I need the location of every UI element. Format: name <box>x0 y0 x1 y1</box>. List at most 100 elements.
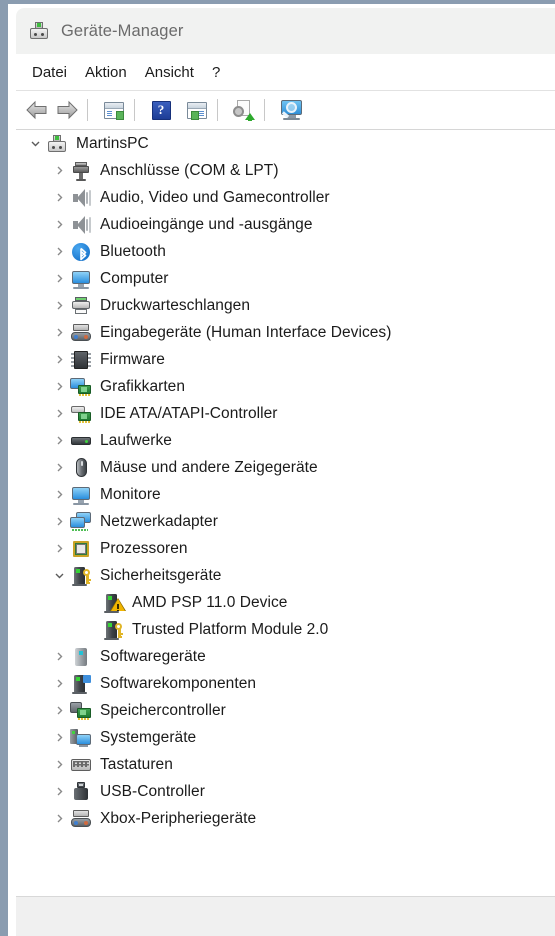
chevron-right-icon[interactable] <box>48 238 70 265</box>
tree-node-label: Xbox-Peripheriegeräte <box>100 809 257 827</box>
chevron-down-icon[interactable] <box>48 562 70 589</box>
chevron-right-icon[interactable] <box>48 751 70 778</box>
hid-gamepad-icon <box>70 322 92 344</box>
tree-node-druckwarteschlangen[interactable]: Druckwarteschlangen <box>16 292 555 319</box>
chevron-right-icon[interactable] <box>48 697 70 724</box>
help-question-icon: ? <box>151 100 171 120</box>
tree-node-tastaturen[interactable]: Tastaturen <box>16 751 555 778</box>
chevron-right-icon[interactable] <box>48 535 70 562</box>
tree-node-label: Laufwerke <box>100 431 172 449</box>
help-button[interactable]: ? <box>146 95 176 125</box>
menu-item-aktion[interactable]: Aktion <box>85 61 127 84</box>
chevron-right-icon[interactable] <box>48 805 70 832</box>
tree-node-label: Netzwerkadapter <box>100 512 218 530</box>
tree-node-audioeingaenge-ausgaenge[interactable]: Audioeingänge und -ausgänge <box>16 211 555 238</box>
forward-arrow-icon <box>55 100 79 120</box>
menu-item-datei[interactable]: Datei <box>32 61 67 84</box>
tree-node-label: Audio, Video und Gamecontroller <box>100 188 330 206</box>
back-button[interactable] <box>22 95 52 125</box>
network-adapter-icon <box>70 511 92 533</box>
firmware-chip-icon <box>70 349 92 371</box>
chevron-right-icon[interactable] <box>48 346 70 373</box>
tree-node-prozessoren[interactable]: Prozessoren <box>16 535 555 562</box>
port-icon <box>70 160 92 182</box>
tree-node-label: Grafikkarten <box>100 377 186 395</box>
chevron-right-icon[interactable] <box>48 400 70 427</box>
speaker-icon <box>70 214 92 236</box>
tree-node-label: Sicherheitsgeräte <box>100 566 222 584</box>
device-manager-icon <box>28 20 50 42</box>
chevron-right-icon[interactable] <box>48 481 70 508</box>
tree-node-speichercontroller[interactable]: Speichercontroller <box>16 697 555 724</box>
tree-node-label: IDE ATA/ATAPI-Controller <box>100 404 278 422</box>
processor-icon <box>70 538 92 560</box>
chevron-right-icon[interactable] <box>48 319 70 346</box>
chevron-right-icon[interactable] <box>48 427 70 454</box>
chevron-right-icon[interactable] <box>48 778 70 805</box>
tree-node-label: Prozessoren <box>100 539 188 557</box>
tree-node-audio-video-gamecontroller[interactable]: Audio, Video und Gamecontroller <box>16 184 555 211</box>
tree-node-computer[interactable]: Computer <box>16 265 555 292</box>
tree-node-monitore[interactable]: Monitore <box>16 481 555 508</box>
toolbar-separator <box>134 99 135 121</box>
chevron-right-icon[interactable] <box>48 211 70 238</box>
tree-node-amd-psp-device[interactable]: AMD PSP 11.0 Device <box>16 589 555 616</box>
tree-node-netzwerkadapter[interactable]: Netzwerkadapter <box>16 508 555 535</box>
tree-node-usb-controller[interactable]: USB-Controller <box>16 778 555 805</box>
tree-node-label: Anschlüsse (COM & LPT) <box>100 161 279 179</box>
disk-drive-icon <box>70 430 92 452</box>
chevron-right-icon[interactable] <box>48 670 70 697</box>
tree-node-label: USB-Controller <box>100 782 205 800</box>
scan-for-hardware-changes-button[interactable] <box>276 95 306 125</box>
chevron-right-icon[interactable] <box>48 292 70 319</box>
tree-node-anschluesse[interactable]: Anschlüsse (COM & LPT) <box>16 157 555 184</box>
back-arrow-icon <box>25 100 49 120</box>
chevron-right-icon[interactable] <box>48 724 70 751</box>
usb-icon <box>70 781 92 803</box>
forward-button[interactable] <box>52 95 82 125</box>
chevron-right-icon[interactable] <box>48 157 70 184</box>
device-tree[interactable]: MartinsPC Anschlüsse (COM & LPT) Audio, … <box>16 130 555 896</box>
tree-node-label: MartinsPC <box>76 134 149 152</box>
storage-controller-icon <box>70 700 92 722</box>
tree-node-systemgeraete[interactable]: Systemgeräte <box>16 724 555 751</box>
tree-node-eingabegeraete-hid[interactable]: Eingabegeräte (Human Interface Devices) <box>16 319 555 346</box>
window-title: Geräte-Manager <box>61 21 184 40</box>
menu-item-hilfe[interactable]: ? <box>212 61 220 84</box>
tree-node-label: Monitore <box>100 485 161 503</box>
tree-node-label: Bluetooth <box>100 242 166 260</box>
chevron-right-icon[interactable] <box>48 454 70 481</box>
tree-node-label: Softwaregeräte <box>100 647 206 665</box>
tree-node-bluetooth[interactable]: Bluetooth <box>16 238 555 265</box>
title-bar: Geräte-Manager <box>16 8 555 54</box>
properties-button[interactable] <box>182 95 212 125</box>
tree-node-label: Tastaturen <box>100 755 173 773</box>
tree-node-label: Mäuse und andere Zeigegeräte <box>100 458 318 476</box>
tree-node-maeuse-zeigegeraete[interactable]: Mäuse und andere Zeigegeräte <box>16 454 555 481</box>
chevron-right-icon[interactable] <box>48 184 70 211</box>
menu-item-ansicht[interactable]: Ansicht <box>145 61 194 84</box>
tree-node-sicherheitsgeraete[interactable]: Sicherheitsgeräte <box>16 562 555 589</box>
chevron-down-icon[interactable] <box>24 130 46 157</box>
tree-node-trusted-platform-module[interactable]: Trusted Platform Module 2.0 <box>16 616 555 643</box>
tree-node-xbox-peripheriegeraete[interactable]: Xbox-Peripheriegeräte <box>16 805 555 832</box>
tree-node-laufwerke[interactable]: Laufwerke <box>16 427 555 454</box>
chevron-right-icon[interactable] <box>48 265 70 292</box>
tree-node-firmware[interactable]: Firmware <box>16 346 555 373</box>
tree-node-softwarekomponenten[interactable]: Softwarekomponenten <box>16 670 555 697</box>
software-device-icon <box>70 646 92 668</box>
chevron-right-icon[interactable] <box>48 508 70 535</box>
tree-node-softwaregeraete[interactable]: Softwaregeräte <box>16 643 555 670</box>
tree-node-martinspc[interactable]: MartinsPC <box>16 130 555 157</box>
update-driver-button[interactable] <box>229 95 259 125</box>
chevron-right-icon[interactable] <box>48 643 70 670</box>
show-hide-console-tree-button[interactable] <box>99 95 129 125</box>
console-tree-icon <box>104 101 124 120</box>
tree-node-ide-ata-atapi-controller[interactable]: IDE ATA/ATAPI-Controller <box>16 400 555 427</box>
tree-node-grafikkarten[interactable]: Grafikkarten <box>16 373 555 400</box>
ide-controller-icon <box>70 403 92 425</box>
tree-node-label: Computer <box>100 269 169 287</box>
tree-node-label: Trusted Platform Module 2.0 <box>132 620 329 638</box>
device-manager-window: Geräte-Manager Datei Aktion Ansicht ? ? … <box>0 0 555 936</box>
chevron-right-icon[interactable] <box>48 373 70 400</box>
